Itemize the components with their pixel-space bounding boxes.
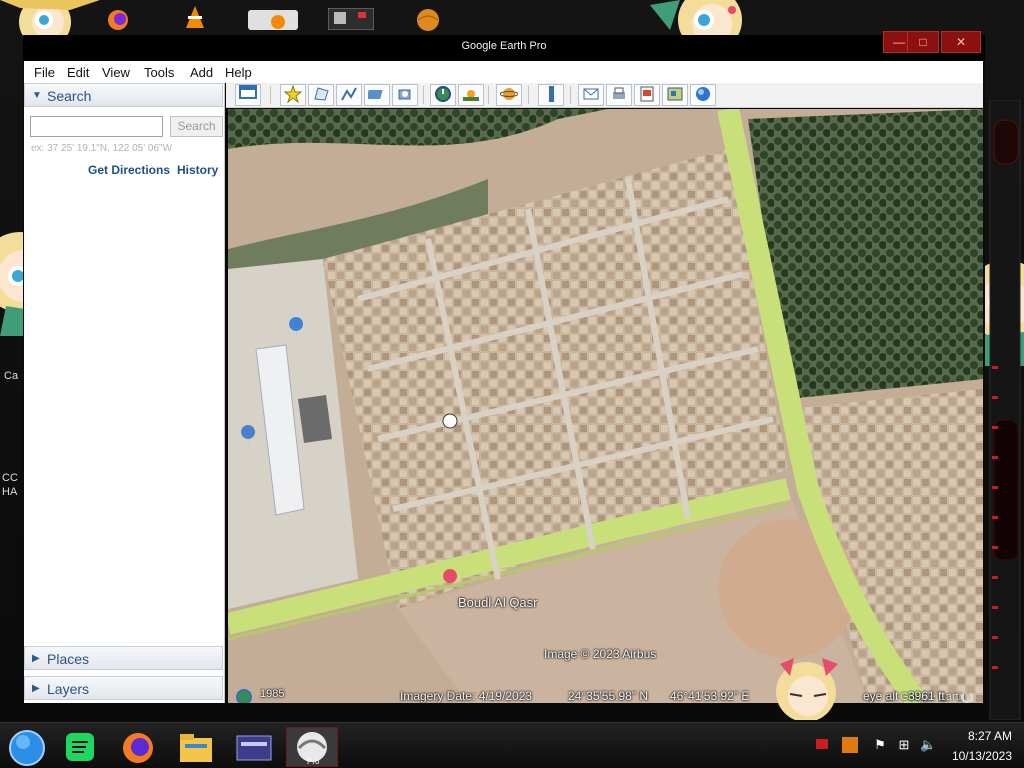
earth-icon[interactable]	[690, 84, 716, 106]
placemark-icon[interactable]	[280, 84, 306, 106]
menu-edit[interactable]: Edit	[67, 65, 89, 80]
toolbar-separator	[270, 86, 271, 104]
search-input[interactable]	[30, 116, 163, 137]
toolbar-separator	[570, 86, 571, 104]
menu-tools[interactable]: Tools	[144, 65, 174, 80]
expand-triangle-icon: ▶	[32, 653, 40, 664]
google-earth-pro-icon[interactable]: Pro	[286, 727, 338, 767]
toolbar-separator	[528, 86, 529, 104]
planets-icon[interactable]	[496, 84, 522, 106]
clock-time[interactable]: 8:27 AM	[968, 729, 1012, 743]
right-led-panel	[989, 100, 1021, 720]
record-tour-icon[interactable]	[392, 84, 418, 106]
file-explorer-icon[interactable]	[170, 727, 222, 767]
imagery-attribution: Image © 2023 Airbus	[544, 647, 657, 661]
collapse-triangle-icon: ▼	[32, 90, 42, 101]
imagery-date: Imagery Date: 4/19/2023	[400, 689, 533, 703]
svg-text:Pro: Pro	[307, 757, 320, 766]
close-button[interactable]: ✕	[941, 31, 981, 53]
maximize-button[interactable]: □	[907, 31, 939, 53]
place-label[interactable]: Boudl Al Qasr	[458, 595, 538, 610]
vlc-desktop-icon[interactable]	[178, 4, 226, 30]
menu-view[interactable]: View	[102, 65, 130, 80]
eye-alt-value: 3961 ft	[908, 689, 945, 703]
desktop-label-1: Ca	[4, 370, 19, 382]
desktop-label-2: CC	[2, 472, 18, 484]
sidebar: ▼ Search Search ex: 37 25' 19.1"N, 122 0…	[24, 83, 225, 703]
desktop-label-3: HA	[2, 486, 18, 498]
google-earth-window: Google Earth Pro — □ ✕ File Edit View To…	[23, 31, 985, 705]
firefox-icon[interactable]	[112, 727, 164, 767]
toolbar-separator	[423, 86, 424, 104]
layers-panel-header[interactable]: ▶ Layers	[24, 676, 223, 700]
image-overlay-icon[interactable]	[364, 84, 390, 106]
search-button[interactable]: Search	[170, 116, 223, 137]
latitude: 24°35'55.98" N	[568, 689, 649, 703]
ball-desktop-icon[interactable]	[414, 6, 462, 32]
places-panel-header[interactable]: ▶ Places	[24, 646, 223, 670]
start-orb-icon[interactable]	[4, 727, 56, 767]
menu-add[interactable]: Add	[190, 65, 213, 80]
email-icon[interactable]	[578, 84, 604, 106]
taskbar: Pro ⚑ ⊞ 🔈 8:27 AM 10/13/2023	[0, 722, 1024, 768]
save-image-icon[interactable]	[634, 84, 660, 106]
action-center-flag-icon[interactable]: ⚑	[872, 737, 888, 753]
sidebar-toggle-icon[interactable]	[235, 84, 261, 106]
view-in-maps-icon[interactable]	[662, 84, 688, 106]
notification-icon[interactable]	[814, 737, 830, 753]
ruler-icon[interactable]	[538, 84, 564, 106]
menu-help[interactable]: Help	[225, 65, 252, 80]
path-icon[interactable]	[336, 84, 362, 106]
loading-spinner-icon	[961, 691, 973, 703]
clock-date[interactable]: 10/13/2023	[952, 749, 1012, 763]
polygon-icon[interactable]	[308, 84, 334, 106]
window-title: Google Earth Pro	[461, 40, 547, 52]
media-player-icon[interactable]	[228, 727, 280, 767]
history-slider-icon[interactable]	[236, 689, 252, 703]
network-icon[interactable]: ⊞	[896, 737, 912, 753]
search-hint: ex: 37 25' 19.1"N, 122 05' 06"W	[31, 143, 173, 154]
toolbar	[226, 83, 983, 108]
history-link[interactable]: History	[177, 163, 218, 177]
satellite-imagery	[228, 109, 983, 703]
eye-alt-label: eye alt	[863, 689, 899, 703]
search-panel-header[interactable]: ▼ Search	[24, 83, 223, 107]
get-directions-link[interactable]: Get Directions	[88, 163, 170, 177]
sunlight-icon[interactable]	[458, 84, 484, 106]
menu-file[interactable]: File	[34, 65, 55, 80]
layers-panel-title: Layers	[47, 681, 90, 697]
expand-triangle-icon: ▶	[32, 683, 40, 694]
toolbar-separator	[488, 86, 489, 104]
title-bar[interactable]: Google Earth Pro — □ ✕	[23, 31, 985, 61]
spotify-icon[interactable]	[54, 727, 106, 767]
menu-bar: File Edit View Tools Add Help	[24, 61, 983, 83]
longitude: 46°41'53.92" E	[670, 689, 750, 703]
warning-tray-icon[interactable]	[842, 737, 858, 753]
volume-icon[interactable]: 🔈	[920, 737, 936, 753]
print-icon[interactable]	[606, 84, 632, 106]
wallpaper-character-bottom	[776, 658, 838, 720]
places-panel-title: Places	[47, 651, 90, 667]
media-desktop-icon[interactable]	[248, 10, 298, 36]
tour-year[interactable]: 1985	[260, 688, 284, 700]
search-panel-title: Search	[47, 88, 92, 104]
map-view[interactable]: Boudl Al Qasr Image © 2023 Airbus Google…	[228, 109, 983, 703]
app-desktop-icon[interactable]	[327, 7, 376, 34]
firefox-desktop-icon[interactable]	[96, 6, 144, 32]
historical-imagery-icon[interactable]	[430, 84, 456, 106]
